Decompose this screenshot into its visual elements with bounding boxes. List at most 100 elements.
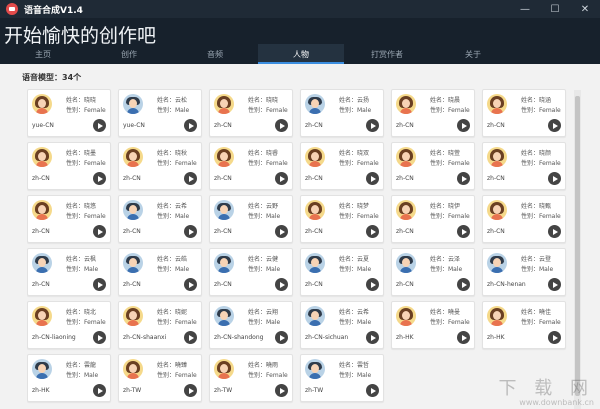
voice-card[interactable]: 姓名：晓睿 性别：Female zh-CN <box>209 142 293 190</box>
voice-locale-code: zh-CN <box>396 228 414 235</box>
voice-card[interactable]: 姓名：曉臻 性别：Female zh-TW <box>118 354 202 402</box>
play-icon[interactable] <box>275 384 288 397</box>
play-icon[interactable] <box>366 172 379 185</box>
play-icon[interactable] <box>184 119 197 132</box>
play-icon[interactable] <box>184 384 197 397</box>
voice-card[interactable]: 姓名：云皓 性别：Male zh-CN <box>118 248 202 296</box>
female-avatar-icon <box>487 306 507 326</box>
voice-card[interactable]: 姓名：曉曼 性别：Female zh-HK <box>391 301 475 349</box>
voice-name: 姓名：晓妮 <box>157 309 188 316</box>
voice-card[interactable]: 姓名：雲龍 性别：Male zh-HK <box>27 354 111 402</box>
voice-card[interactable]: 姓名：云扬 性别：Male zh-CN <box>300 89 384 137</box>
play-icon[interactable] <box>184 278 197 291</box>
play-icon[interactable] <box>366 384 379 397</box>
voice-locale-code: zh-CN <box>123 281 141 288</box>
voice-card[interactable]: 姓名：云泽 性别：Male zh-CN <box>391 248 475 296</box>
play-icon[interactable] <box>548 331 561 344</box>
voice-card[interactable]: 姓名：雲哲 性别：Male zh-TW <box>300 354 384 402</box>
title-bar: 语音合成V1.4 — ☐ ✕ <box>0 0 600 18</box>
voice-card[interactable]: 姓名：云健 性别：Male zh-CN <box>209 248 293 296</box>
play-icon[interactable] <box>548 278 561 291</box>
play-icon[interactable] <box>93 119 106 132</box>
voice-card[interactable]: 姓名：晓甄 性别：Female zh-CN <box>482 195 566 243</box>
female-avatar-icon <box>123 147 143 167</box>
voice-card[interactable]: 姓名：云希 性别：Male zh-CN-sichuan <box>300 301 384 349</box>
play-icon[interactable] <box>457 278 470 291</box>
voice-card[interactable]: 姓名：云登 性别：Male zh-CN-henan <box>482 248 566 296</box>
play-icon[interactable] <box>93 331 106 344</box>
tab-home[interactable]: 主页 <box>0 44 86 64</box>
voice-card[interactable]: 姓名：云枫 性别：Male zh-CN <box>27 248 111 296</box>
voice-card[interactable]: 姓名：曉佳 性别：Female zh-HK <box>482 301 566 349</box>
voice-name: 姓名：晓颜 <box>521 150 552 157</box>
male-avatar-icon <box>123 200 143 220</box>
voice-name: 姓名：曉佳 <box>521 309 552 316</box>
voice-name: 姓名：云野 <box>248 203 279 210</box>
voice-card[interactable]: 姓名：晓妮 性别：Female zh-CN-shaanxi <box>118 301 202 349</box>
play-icon[interactable] <box>93 172 106 185</box>
voice-name: 姓名：晓晓 <box>248 97 279 104</box>
scrollbar-thumb[interactable] <box>575 96 580 396</box>
play-icon[interactable] <box>184 225 197 238</box>
maximize-icon[interactable]: ☐ <box>540 0 570 18</box>
female-avatar-icon <box>305 200 325 220</box>
play-icon[interactable] <box>548 172 561 185</box>
play-icon[interactable] <box>366 119 379 132</box>
vertical-scrollbar[interactable] <box>574 90 581 409</box>
voice-card[interactable]: 姓名：晓梦 性别：Female zh-CN <box>300 195 384 243</box>
voice-card[interactable]: 姓名：晓晓 性别：Female yue-CN <box>27 89 111 137</box>
play-icon[interactable] <box>548 119 561 132</box>
play-icon[interactable] <box>366 331 379 344</box>
close-icon[interactable]: ✕ <box>570 0 600 18</box>
voice-name: 姓名：云泽 <box>430 256 461 263</box>
play-icon[interactable] <box>457 172 470 185</box>
play-icon[interactable] <box>93 384 106 397</box>
tab-donate[interactable]: 打赏作者 <box>344 44 430 64</box>
voice-card[interactable]: 姓名：云夏 性别：Male zh-CN <box>300 248 384 296</box>
voice-gender: 性别：Male <box>66 372 99 379</box>
voice-name: 姓名：曉臻 <box>157 362 188 369</box>
play-icon[interactable] <box>366 278 379 291</box>
voice-gender: 性别：Female <box>339 213 379 220</box>
play-icon[interactable] <box>275 172 288 185</box>
tab-create[interactable]: 创作 <box>86 44 172 64</box>
voice-card[interactable]: 姓名：晓伊 性别：Female zh-CN <box>391 195 475 243</box>
play-icon[interactable] <box>93 225 106 238</box>
voice-locale-code: zh-CN <box>214 175 232 182</box>
voice-card[interactable]: 姓名：晓悠 性别：Female zh-CN <box>27 195 111 243</box>
tab-about[interactable]: 关于 <box>430 44 516 64</box>
voice-card[interactable]: 姓名：晓颜 性别：Female zh-CN <box>482 142 566 190</box>
minimize-icon[interactable]: — <box>510 0 540 18</box>
voice-card[interactable]: 姓名：晓墨 性别：Female zh-CN <box>27 142 111 190</box>
play-icon[interactable] <box>548 225 561 238</box>
voice-card[interactable]: 姓名：晓晨 性别：Female zh-CN <box>391 89 475 137</box>
voice-card[interactable]: 姓名：云希 性别：Male zh-CN <box>118 195 202 243</box>
play-icon[interactable] <box>457 119 470 132</box>
tab-characters[interactable]: 人物 <box>258 44 344 64</box>
voice-name: 姓名：晓墨 <box>66 150 97 157</box>
male-avatar-icon <box>305 306 325 326</box>
voice-card[interactable]: 姓名：晓涵 性别：Female zh-CN <box>482 89 566 137</box>
play-icon[interactable] <box>366 225 379 238</box>
voice-card[interactable]: 姓名：晓晓 性别：Female zh-CN <box>209 89 293 137</box>
voice-card[interactable]: 姓名：晓北 性别：Female zh-CN-liaoning <box>27 301 111 349</box>
voice-card[interactable]: 姓名：晓双 性别：Female zh-CN <box>300 142 384 190</box>
play-icon[interactable] <box>275 119 288 132</box>
play-icon[interactable] <box>457 331 470 344</box>
voice-card[interactable]: 姓名：晓萱 性别：Female zh-CN <box>391 142 475 190</box>
voice-card[interactable]: 姓名：云翔 性别：Male zh-CN-shandong <box>209 301 293 349</box>
play-icon[interactable] <box>184 331 197 344</box>
play-icon[interactable] <box>275 225 288 238</box>
voice-card[interactable]: 姓名：云野 性别：Male zh-CN <box>209 195 293 243</box>
voice-card[interactable]: 姓名：曉雨 性别：Female zh-TW <box>209 354 293 402</box>
voice-card[interactable]: 姓名：云松 性别：Male yue-CN <box>118 89 202 137</box>
voice-gender: 性别：Female <box>430 107 470 114</box>
male-avatar-icon <box>305 359 325 379</box>
play-icon[interactable] <box>457 225 470 238</box>
play-icon[interactable] <box>275 278 288 291</box>
tab-audio[interactable]: 音频 <box>172 44 258 64</box>
play-icon[interactable] <box>184 172 197 185</box>
voice-card[interactable]: 姓名：晓秋 性别：Female zh-CN <box>118 142 202 190</box>
play-icon[interactable] <box>93 278 106 291</box>
play-icon[interactable] <box>275 331 288 344</box>
